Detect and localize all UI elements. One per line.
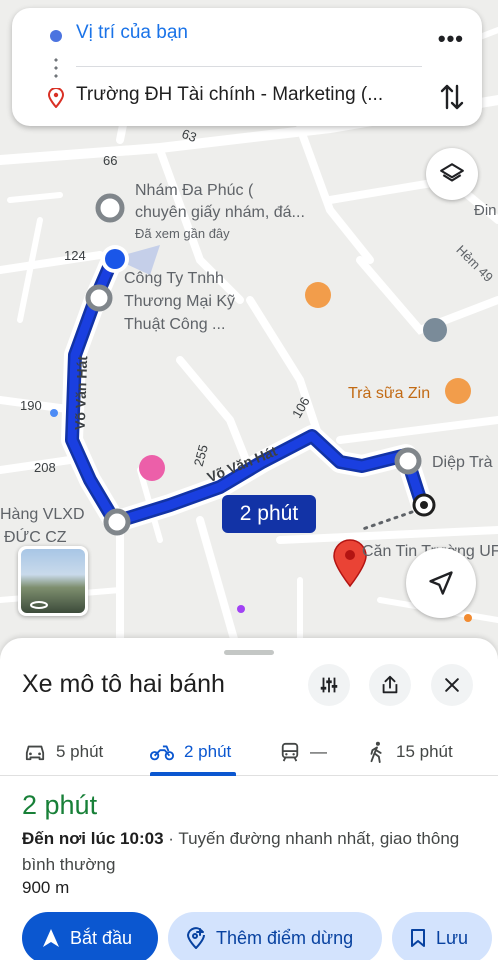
poi-diep-tra[interactable]: Diệp Trà xyxy=(432,452,492,474)
recenter-button[interactable] xyxy=(406,548,476,618)
active-tab-indicator xyxy=(150,772,236,776)
poi-cong-ty-line1[interactable]: Công Ty Tnhh xyxy=(124,268,224,290)
save-button-label: Lưu xyxy=(436,927,469,948)
rotate-360-icon xyxy=(30,601,48,609)
directions-bottom-sheet: Xe mô tô hai bánh 5 phút 2 phút — 15 phú… xyxy=(0,638,498,960)
close-icon xyxy=(445,678,459,692)
tab-motorbike[interactable]: 2 phút xyxy=(150,728,231,776)
add-location-icon xyxy=(186,927,205,949)
map-edge-label-dinh: Đin xyxy=(474,202,497,219)
start-button-label: Bắt đầu xyxy=(70,927,133,948)
route-connector-dots xyxy=(54,56,58,80)
tab-walk-duration: 15 phút xyxy=(396,742,453,761)
walk-icon xyxy=(370,741,382,763)
add-stop-button[interactable]: Thêm điểm dừng xyxy=(168,912,382,960)
layers-button[interactable] xyxy=(426,148,478,200)
tab-car[interactable]: 5 phút xyxy=(24,728,103,776)
street-view-thumbnail[interactable] xyxy=(18,546,88,616)
tab-transit[interactable]: — xyxy=(280,728,327,776)
travel-mode-tabs: 5 phút 2 phút — 15 phút xyxy=(0,728,498,776)
route-duration-badge[interactable]: 2 phút xyxy=(222,495,316,533)
street-view-image xyxy=(21,549,85,613)
tab-car-duration: 5 phút xyxy=(56,742,104,761)
arrival-time: Đến nơi lúc 10:03 xyxy=(22,829,164,848)
share-icon xyxy=(382,675,398,694)
transit-icon xyxy=(281,742,299,762)
add-stop-button-label: Thêm điểm dừng xyxy=(216,927,354,948)
tab-walk[interactable]: 15 phút xyxy=(368,728,453,776)
tab-motorbike-duration: 2 phút xyxy=(184,742,232,761)
tab-transit-duration: — xyxy=(310,742,327,761)
start-button[interactable]: Bắt đầu xyxy=(22,912,158,960)
directions-search-card: Vị trí của bạn Trường ĐH Tài chính - Mar… xyxy=(12,8,482,126)
origin-dot-icon xyxy=(50,30,62,42)
poi-tra-sua-zin[interactable]: Trà sữa Zin xyxy=(348,383,430,405)
road-number-190: 190 xyxy=(20,398,42,413)
more-options-icon[interactable]: ••• xyxy=(438,26,464,52)
share-button[interactable] xyxy=(369,664,411,706)
arrival-info: Đến nơi lúc 10:03 · Tuyến đường nhanh nh… xyxy=(22,826,462,878)
navigation-arrow-icon xyxy=(429,571,453,595)
poi-hang-vlxd-line1[interactable]: Hàng VLXD xyxy=(0,504,85,526)
card-divider xyxy=(76,66,422,67)
origin-field[interactable]: Vị trí của bạn xyxy=(76,22,188,44)
save-button[interactable]: Lưu xyxy=(392,912,492,960)
tune-icon xyxy=(320,677,338,693)
close-button[interactable] xyxy=(431,664,473,706)
poi-nham-da-phuc-line2[interactable]: chuyên giấy nhám, đá... xyxy=(135,202,305,224)
poi-nham-da-phuc-line1[interactable]: Nhám Đa Phúc ( xyxy=(135,180,253,202)
car-icon xyxy=(25,745,45,761)
route-options-button[interactable] xyxy=(308,664,350,706)
road-number-208: 208 xyxy=(34,460,56,475)
swap-direction-icon[interactable] xyxy=(440,82,464,112)
bookmark-icon xyxy=(411,929,425,947)
road-number-124: 124 xyxy=(64,248,86,263)
destination-pin-icon xyxy=(48,88,64,108)
road-name-vertical: Võ Văn Hát xyxy=(71,355,91,431)
road-number-66: 66 xyxy=(103,153,118,168)
travel-mode-title: Xe mô tô hai bánh xyxy=(22,670,225,698)
layers-icon xyxy=(440,163,464,182)
sheet-drag-handle[interactable] xyxy=(224,650,274,655)
poi-recently-viewed-note: Đã xem gần đây xyxy=(135,226,230,241)
destination-field[interactable]: Trường ĐH Tài chính - Marketing (... xyxy=(76,84,383,106)
poi-cong-ty-line2[interactable]: Thương Mại Kỹ xyxy=(124,291,235,313)
route-distance: 900 m xyxy=(22,878,70,897)
motorbike-icon xyxy=(150,745,174,761)
poi-cong-ty-line3[interactable]: Thuật Công ... xyxy=(124,314,225,336)
navigation-icon xyxy=(43,929,59,947)
route-duration: 2 phút xyxy=(22,790,98,820)
